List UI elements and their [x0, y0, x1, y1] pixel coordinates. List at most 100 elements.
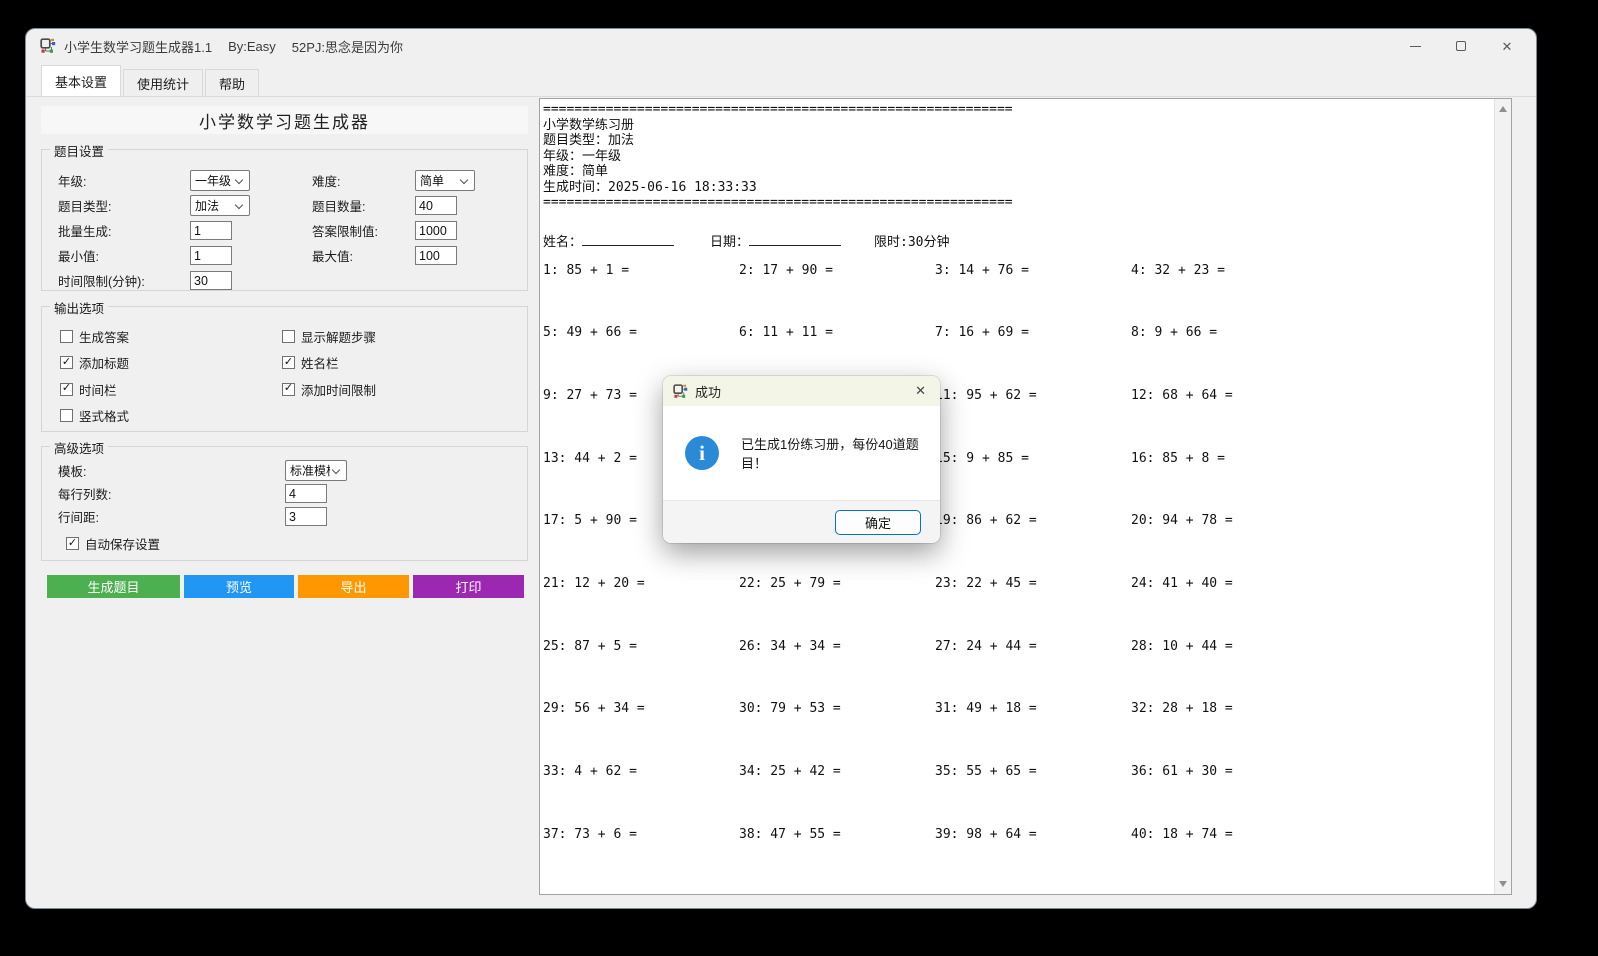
output-option-checkbox[interactable]: 时间栏 — [60, 376, 282, 403]
problem-grid: 1: 85 + 1 =2: 17 + 90 =3: 14 + 76 =4: 32… — [543, 263, 1333, 890]
dialog-close-button[interactable]: ✕ — [911, 383, 930, 399]
problem-cell: 16: 85 + 8 = — [1131, 451, 1327, 514]
checkbox-label: 时间栏 — [79, 380, 117, 399]
form-row: 批量生成: 1 答案限制值: 1000 — [42, 218, 527, 243]
group-output-options-label: 输出选项 — [50, 298, 108, 317]
dialog-message: 已生成1份练习册，每份40道题目！ — [741, 434, 940, 472]
problem-cell: 35: 55 + 65 = — [935, 764, 1131, 827]
output-option-checkbox[interactable]: 显示解题步骤 — [282, 323, 527, 350]
checkbox-label: 添加时间限制 — [301, 380, 376, 399]
time-limit-input[interactable]: 30 — [190, 271, 232, 290]
maximize-icon — [1456, 41, 1466, 51]
form-row: 题目类型: 加法 题目数量: 40 — [42, 193, 527, 218]
problem-cell: 20: 94 + 78 = — [1131, 513, 1327, 576]
problem-cell: 31: 49 + 18 = — [935, 701, 1131, 764]
checkbox-label: 生成答案 — [79, 327, 129, 346]
scroll-up-arrow[interactable] — [1499, 106, 1507, 112]
columns-per-row-input[interactable]: 4 — [285, 484, 327, 503]
chevron-down-icon — [235, 201, 243, 209]
name-label: 姓名： — [543, 231, 582, 250]
dialog-footer: 确定 — [663, 500, 940, 543]
output-option-checkbox[interactable]: 添加标题 — [60, 350, 282, 377]
problem-cell: 26: 34 + 34 = — [739, 639, 935, 702]
problem-cell: 38: 47 + 55 = — [739, 827, 935, 890]
group-question-settings: 题目设置 年级: 一年级 难度: 简单 题目类型: 加法 题目数量: 40 批量… — [41, 149, 528, 291]
output-option-checkbox[interactable]: 生成答案 — [60, 323, 282, 350]
window-title-by: By:Easy — [228, 39, 276, 54]
minimize-icon — [1410, 46, 1421, 47]
max-value-input[interactable]: 100 — [415, 246, 457, 265]
action-button[interactable]: 打印 — [413, 575, 524, 598]
problem-cell: 30: 79 + 53 = — [739, 701, 935, 764]
checkbox-box — [60, 330, 73, 343]
problem-cell: 7: 16 + 69 = — [935, 325, 1131, 388]
time-limit-label: 时间限制(分钟): — [58, 271, 190, 290]
checkbox-box — [66, 537, 79, 550]
form-row: 行间距: 3 — [42, 505, 527, 528]
problem-cell: 3: 14 + 76 = — [935, 263, 1131, 326]
problem-cell: 1: 85 + 1 = — [543, 263, 739, 326]
worksheet-header: ========================================… — [543, 102, 1494, 211]
checkbox-label: 竖式格式 — [79, 406, 129, 425]
answer-limit-label: 答案限制值: — [312, 221, 415, 240]
tab[interactable]: 基本设置 — [41, 65, 121, 96]
scroll-down-arrow[interactable] — [1499, 881, 1507, 887]
checkbox-box — [60, 383, 73, 396]
problem-cell: 19: 86 + 62 = — [935, 513, 1131, 576]
name-blank-line — [582, 233, 674, 246]
tab-content-divider — [26, 96, 1536, 97]
problem-cell: 39: 98 + 64 = — [935, 827, 1131, 890]
action-button[interactable]: 生成题目 — [47, 575, 180, 598]
tab[interactable]: 帮助 — [205, 69, 259, 96]
checkbox-label: 自动保存设置 — [85, 534, 160, 553]
output-option-checkbox[interactable]: 竖式格式 — [60, 403, 282, 430]
checkbox-box — [60, 356, 73, 369]
problem-cell: 24: 41 + 40 = — [1131, 576, 1327, 639]
close-icon: ✕ — [1502, 40, 1513, 53]
row-spacing-input[interactable]: 3 — [285, 507, 327, 526]
tab-label: 帮助 — [219, 74, 245, 93]
form-row: 模板: 标准模板 — [42, 459, 527, 482]
vertical-scrollbar[interactable] — [1494, 99, 1511, 894]
type-select[interactable]: 加法 — [190, 195, 250, 216]
problem-cell: 32: 28 + 18 = — [1131, 701, 1327, 764]
ok-button[interactable]: 确定 — [835, 510, 921, 535]
action-buttons: 生成题目预览导出打印 — [47, 575, 524, 598]
output-option-checkbox[interactable]: 姓名栏 — [282, 350, 527, 377]
count-input[interactable]: 40 — [415, 196, 457, 215]
min-value-input[interactable]: 1 — [190, 246, 232, 265]
answer-limit-input[interactable]: 1000 — [415, 221, 457, 240]
action-button[interactable]: 预览 — [184, 575, 294, 598]
tab[interactable]: 使用统计 — [123, 69, 203, 96]
minimize-button[interactable] — [1392, 29, 1438, 63]
grade-label: 年级: — [58, 171, 190, 190]
problem-cell: 29: 56 + 34 = — [543, 701, 739, 764]
difficulty-select[interactable]: 简单 — [415, 170, 475, 191]
tab-label: 基本设置 — [55, 72, 107, 91]
max-value-label: 最大值: — [312, 246, 415, 265]
checkbox-box — [282, 383, 295, 396]
problem-cell: 12: 68 + 64 = — [1131, 388, 1327, 451]
type-label: 题目类型: — [58, 196, 190, 215]
batch-input[interactable]: 1 — [190, 221, 232, 240]
difficulty-label: 难度: — [312, 171, 415, 190]
action-button[interactable]: 导出 — [298, 575, 409, 598]
row-spacing-label: 行间距: — [58, 507, 285, 526]
titlebar: 小学生数学习题生成器1.1 By:Easy 52PJ:思念是因为你 ✕ — [26, 29, 1536, 63]
problem-cell: 36: 61 + 30 = — [1131, 764, 1327, 827]
output-option-checkbox[interactable]: 添加时间限制 — [282, 376, 527, 403]
template-select[interactable]: 标准模板 — [285, 460, 347, 481]
problem-cell: 23: 22 + 45 = — [935, 576, 1131, 639]
checkbox-label: 姓名栏 — [301, 353, 339, 372]
problem-cell: 4: 32 + 23 = — [1131, 263, 1327, 326]
date-blank-line — [749, 233, 841, 246]
close-button[interactable]: ✕ — [1484, 29, 1530, 63]
autosave-checkbox[interactable]: 自动保存设置 — [42, 531, 527, 556]
app-icon — [673, 384, 688, 399]
maximize-button[interactable] — [1438, 29, 1484, 63]
worksheet-header-line: 题目类型：加法 — [543, 133, 1494, 149]
checkbox-box — [282, 356, 295, 369]
group-output-options: 输出选项 生成答案 显示解题步骤 添加标题 姓名栏 时间栏 添加时间限制 — [41, 306, 528, 432]
grade-select[interactable]: 一年级 — [190, 170, 250, 191]
page-title: 小学数学习题生成器 — [41, 106, 528, 134]
